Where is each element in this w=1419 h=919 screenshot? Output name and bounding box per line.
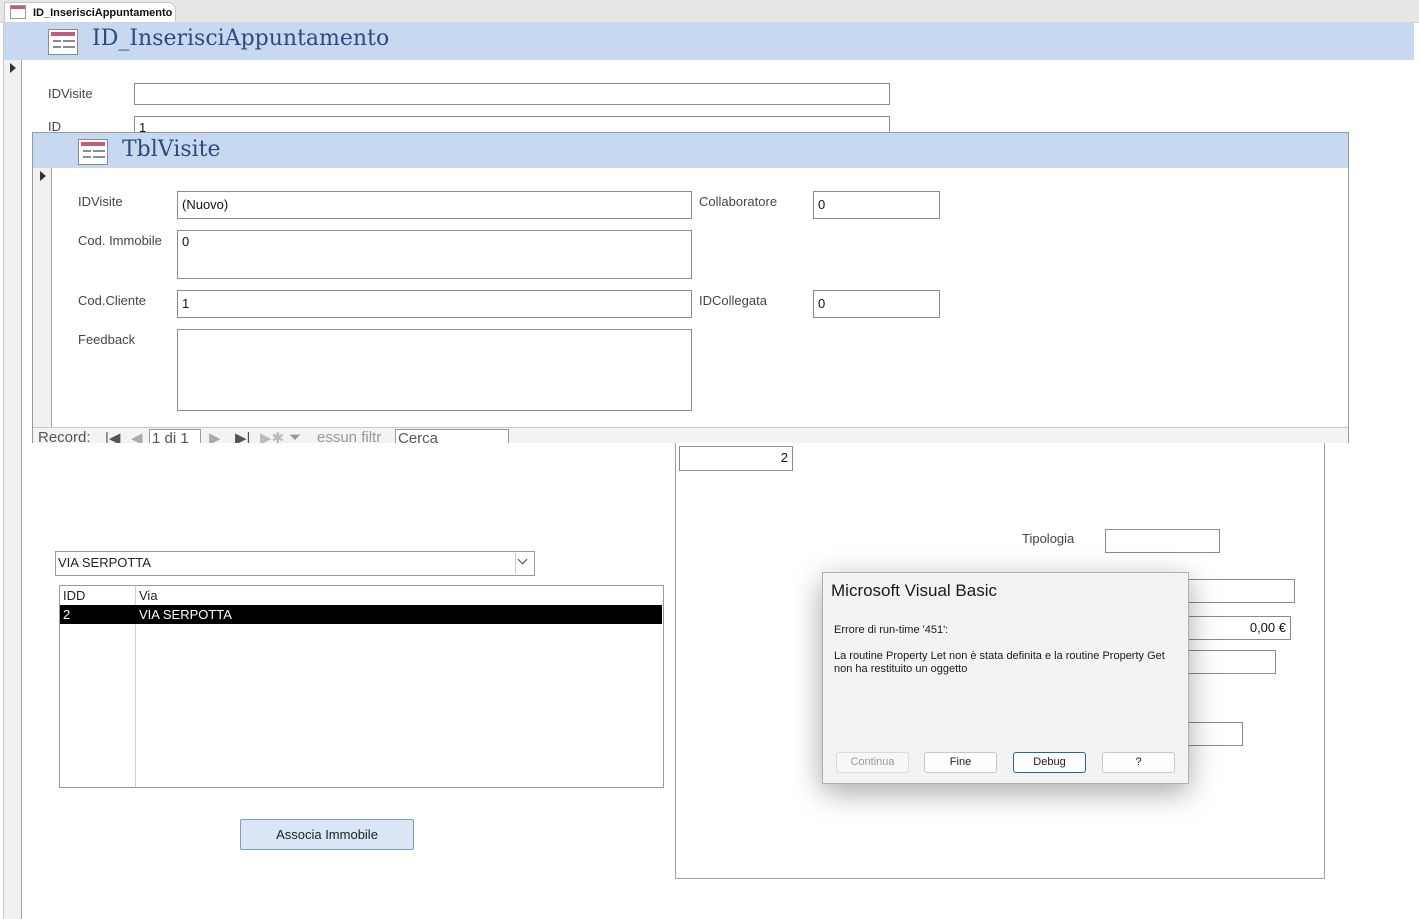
text-field[interactable]: [1180, 579, 1295, 603]
dialog-error-code: Errore di run-time '451':: [834, 624, 949, 636]
form-icon: [10, 5, 26, 19]
cod-immobile-label: Cod. Immobile: [78, 233, 162, 248]
listbox-header-idd: IDD: [63, 588, 86, 603]
current-record-icon: [10, 63, 16, 73]
form-icon: [48, 29, 78, 55]
number-field[interactable]: 2: [679, 446, 793, 471]
debug-button[interactable]: Debug: [1013, 752, 1086, 773]
filter-icon[interactable]: ⏷: [289, 429, 301, 443]
fine-button[interactable]: Fine: [924, 752, 997, 773]
tipologia-label: Tipologia: [1022, 531, 1075, 546]
first-record-icon[interactable]: |◀: [105, 429, 120, 443]
dialog-title: Microsoft Visual Basic: [831, 581, 997, 600]
associa-immobile-button[interactable]: Associa Immobile: [240, 819, 414, 850]
cod-immobile-field[interactable]: 0: [177, 230, 692, 279]
subform-title: TblVisite: [122, 137, 221, 162]
new-record-icon[interactable]: ▶✱: [260, 429, 284, 443]
last-record-icon[interactable]: ▶|: [235, 429, 250, 443]
record-position-field[interactable]: 1 di 1: [149, 429, 201, 443]
cod-cliente-field[interactable]: 1: [177, 290, 692, 318]
dialog-message-line2: non ha restituito un oggetto: [834, 663, 968, 675]
form-title: ID_InserisciAppuntamento: [92, 26, 390, 51]
next-record-icon[interactable]: ▶: [209, 429, 221, 443]
idcollegata-field[interactable]: 0: [813, 290, 940, 318]
record-navigation-bar: Record: |◀ ◀ 1 di 1 ▶ ▶| ▶✱ ⏷ essun filt…: [33, 427, 1348, 443]
record-selector[interactable]: [4, 60, 22, 919]
cod-cliente-label: Cod.Cliente: [78, 293, 146, 308]
dialog-message-line1: La routine Property Let non è stata defi…: [834, 650, 1165, 662]
document-tab-label: ID_InserisciAppuntamento: [33, 7, 173, 19]
sub-idvisite-field[interactable]: (Nuovo): [177, 191, 692, 219]
sub-idvisite-label: IDVisite: [78, 194, 123, 209]
via-combobox[interactable]: VIA SERPOTTA: [55, 551, 535, 576]
text-field[interactable]: [1180, 650, 1276, 674]
collaboratore-label: Collaboratore: [699, 194, 778, 209]
listbox-header-via: Via: [139, 588, 158, 603]
tipologia-field[interactable]: [1105, 529, 1220, 553]
continua-button[interactable]: Continua: [836, 752, 909, 773]
search-field[interactable]: Cerca: [395, 429, 509, 443]
feedback-label: Feedback: [78, 332, 136, 347]
listbox-cell-idd: 2: [63, 607, 71, 622]
listbox-cell-via: VIA SERPOTTA: [139, 607, 232, 622]
collaboratore-field[interactable]: 0: [813, 191, 940, 219]
document-tab[interactable]: ID_InserisciAppuntamento: [4, 2, 176, 22]
feedback-field[interactable]: [177, 329, 692, 411]
document-tab-strip: [0, 0, 1419, 23]
idcollegata-label: IDCollegata: [699, 293, 767, 308]
text-field[interactable]: [1180, 722, 1243, 746]
previous-record-icon[interactable]: ◀: [131, 429, 143, 443]
help-button[interactable]: ?: [1102, 752, 1175, 773]
subform-header: [33, 133, 1348, 168]
idvisite-label: IDVisite: [48, 86, 93, 101]
filter-status[interactable]: essun filtr: [317, 429, 381, 443]
subform-record-selector[interactable]: [33, 168, 52, 427]
idvisite-field[interactable]: [134, 83, 890, 105]
form-icon: [78, 139, 108, 165]
price-field[interactable]: 0,00 €: [1180, 616, 1291, 640]
record-label: Record:: [38, 429, 91, 443]
current-record-icon: [40, 171, 46, 181]
